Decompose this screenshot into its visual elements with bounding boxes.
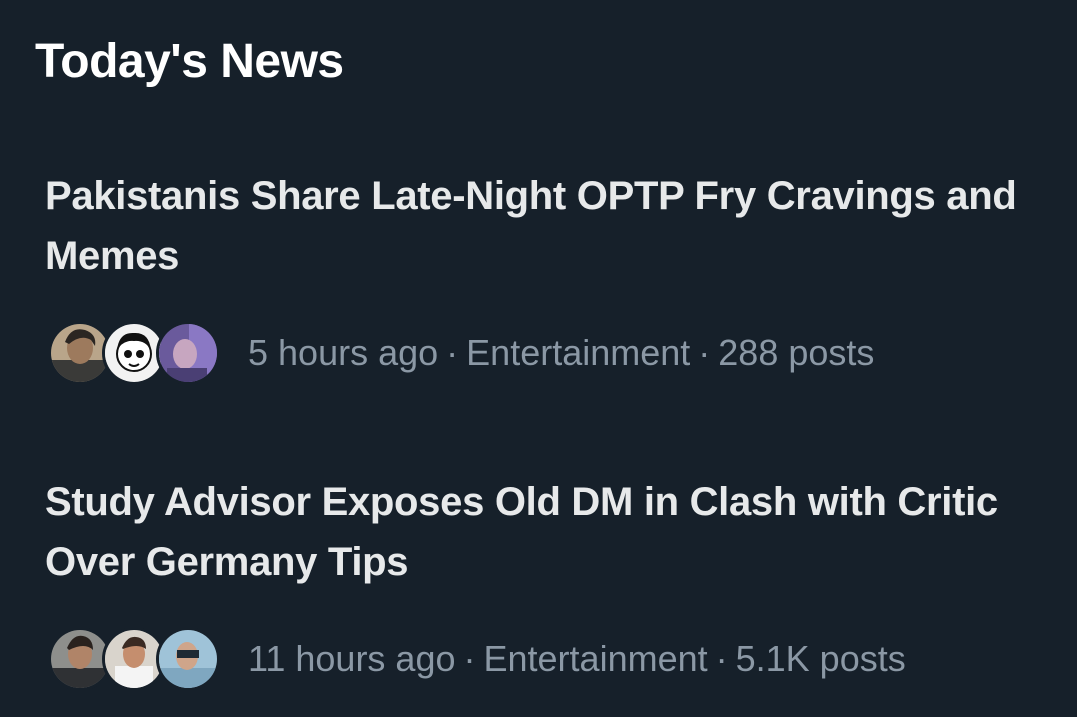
news-item[interactable]: Pakistanis Share Late-Night OPTP Fry Cra… bbox=[45, 166, 1045, 386]
separator: · bbox=[463, 638, 476, 679]
user-avatar-icon bbox=[159, 324, 217, 382]
news-headline[interactable]: Pakistanis Share Late-Night OPTP Fry Cra… bbox=[45, 166, 1045, 286]
news-post-count: 288 posts bbox=[718, 332, 875, 373]
user-avatar-icon bbox=[105, 630, 163, 688]
user-avatar-icon bbox=[51, 324, 109, 382]
news-time: 5 hours ago bbox=[248, 332, 439, 373]
avatar-stack bbox=[48, 321, 220, 385]
user-avatar-icon bbox=[159, 630, 217, 688]
separator: · bbox=[446, 332, 459, 373]
cartoon-avatar-icon bbox=[105, 324, 163, 382]
user-avatar-icon bbox=[51, 630, 109, 688]
news-item[interactable]: Study Advisor Exposes Old DM in Clash wi… bbox=[45, 472, 1045, 692]
news-headline[interactable]: Study Advisor Exposes Old DM in Clash wi… bbox=[45, 472, 1045, 592]
news-time: 11 hours ago bbox=[248, 638, 456, 679]
separator: · bbox=[715, 638, 728, 679]
news-category: Entertainment bbox=[466, 332, 691, 373]
news-post-count: 5.1K posts bbox=[735, 638, 906, 679]
news-meta: 5 hours ago · Entertainment · 288 posts bbox=[45, 320, 1045, 386]
news-meta-text: 5 hours ago · Entertainment · 288 posts bbox=[248, 332, 874, 374]
news-category: Entertainment bbox=[483, 638, 708, 679]
separator: · bbox=[698, 332, 711, 373]
avatar bbox=[156, 627, 220, 691]
news-meta-text: 11 hours ago · Entertainment · 5.1K posts bbox=[248, 638, 906, 680]
avatar-stack bbox=[48, 627, 220, 691]
avatar bbox=[156, 321, 220, 385]
section-title: Today's News bbox=[35, 35, 344, 88]
news-meta: 11 hours ago · Entertainment · 5.1K posts bbox=[45, 626, 1045, 692]
